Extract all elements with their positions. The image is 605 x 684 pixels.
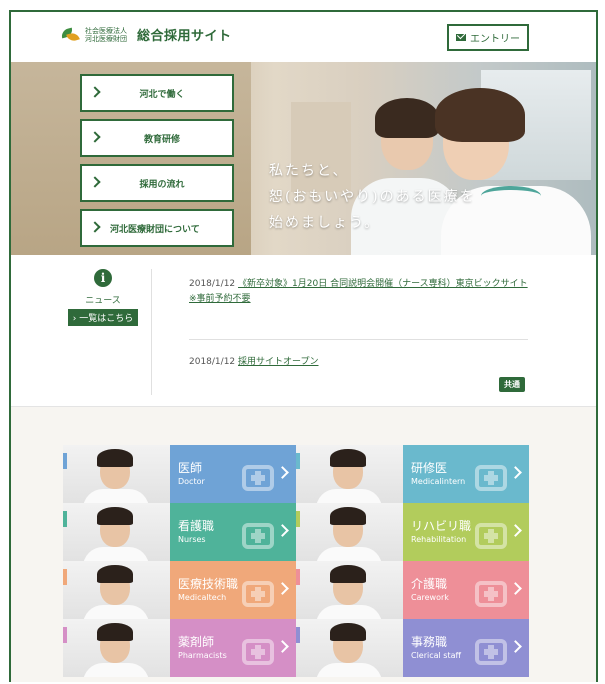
staff-photo-carework[interactable] bbox=[296, 561, 403, 619]
job-category-medical-tech[interactable]: 医療技術職 Medicaltech bbox=[170, 561, 296, 619]
site-logo[interactable]: 社会医療法人 河北医療財団 総合採用サイト bbox=[60, 25, 232, 44]
logo-sub-line-1: 社会医療法人 bbox=[85, 26, 127, 35]
news-date: 2018/1/12 bbox=[189, 357, 236, 367]
nav-label: 河北で働く bbox=[139, 89, 185, 100]
job-category-nurses[interactable]: 看護職 Nurses bbox=[170, 503, 296, 561]
news-date: 2018/1/12 bbox=[189, 279, 236, 289]
stethoscope-icon bbox=[238, 457, 278, 495]
news-header: i ニュース › 一覧はこちら bbox=[63, 269, 143, 326]
logo-sub-line-2: 河北医療財団 bbox=[85, 34, 127, 43]
info-icon: i bbox=[94, 269, 112, 287]
staff-photo-pharmacists[interactable] bbox=[63, 619, 170, 677]
hero-catchcopy: 私たちと、 恕(おもいやり)のある医療を 始めましょう。 bbox=[269, 158, 476, 236]
job-title-jp: 看護職 bbox=[178, 519, 215, 533]
category-badge: 共通 bbox=[499, 377, 525, 392]
job-title-en: Pharmacists bbox=[178, 651, 227, 660]
job-title-jp: 介護職 bbox=[411, 577, 448, 591]
chevron-right-icon bbox=[276, 640, 289, 653]
news-separator bbox=[189, 339, 528, 340]
staff-photo-doctor[interactable] bbox=[63, 445, 170, 503]
hero-catch-line-3: 始めましょう。 bbox=[269, 215, 381, 231]
nav-label: 河北医療財団について bbox=[110, 224, 200, 235]
job-category-carework[interactable]: 介護職 Carework bbox=[403, 561, 529, 619]
job-title-jp: 薬剤師 bbox=[178, 635, 215, 649]
stethoscope-icon bbox=[471, 457, 511, 495]
chevron-right-icon bbox=[509, 466, 522, 479]
pen-icon bbox=[471, 631, 511, 669]
chevron-right-icon bbox=[509, 640, 522, 653]
chevron-right-icon bbox=[276, 582, 289, 595]
staff-photo-medical-intern[interactable] bbox=[296, 445, 403, 503]
hero-catch-line-2: 恕(おもいやり)のある医療を bbox=[269, 189, 476, 205]
job-categories-section: 医師 Doctor 研修医 Medicalintern 看護職 Nurses リハビリ職 Re… bbox=[11, 407, 596, 682]
news-divider bbox=[151, 269, 152, 395]
news-title-link[interactable]: 《新卒対象》1月20日 合同説明会開催（ナース専科）東京ビックサイト ※事前予約… bbox=[189, 279, 528, 304]
job-title-en: Medicaltech bbox=[178, 593, 227, 602]
job-category-medical-intern[interactable]: 研修医 Medicalintern bbox=[403, 445, 529, 503]
chevron-right-icon bbox=[509, 582, 522, 595]
medicine-box-icon bbox=[238, 631, 278, 669]
nav-label: 採用の流れ bbox=[139, 179, 185, 190]
job-title-jp: 医療技術職 bbox=[178, 577, 239, 591]
job-category-pharmacists[interactable]: 薬剤師 Pharmacists bbox=[170, 619, 296, 677]
chevron-right-icon bbox=[509, 524, 522, 537]
job-title-en: Carework bbox=[411, 593, 449, 602]
news-label: ニュース bbox=[85, 296, 121, 306]
hero-navigation: 河北で働く 教育研修 採用の流れ 河北医療財団について bbox=[80, 74, 234, 247]
page-frame: 社会医療法人 河北医療財団 総合採用サイト エントリー 私たちと、 恕(おもいや… bbox=[9, 10, 598, 682]
heartbeat-icon bbox=[238, 573, 278, 611]
job-title-en: Clerical staff bbox=[411, 651, 462, 660]
helping-hands-icon bbox=[471, 573, 511, 611]
job-title-jp: 研修医 bbox=[411, 461, 448, 475]
hospital-bed-icon bbox=[238, 515, 278, 553]
news-list-link[interactable]: › 一覧はこちら bbox=[67, 309, 139, 326]
news-list-link-label: 一覧はこちら bbox=[79, 314, 134, 324]
news-section: i ニュース › 一覧はこちら 2018/1/12 《新卒対象》1月20日 合同… bbox=[11, 255, 596, 407]
job-title-jp: 事務職 bbox=[411, 635, 448, 649]
nav-recruitment-flow[interactable]: 採用の流れ bbox=[80, 164, 234, 202]
nav-training[interactable]: 教育研修 bbox=[80, 119, 234, 157]
news-item: 2018/1/12 《新卒対象》1月20日 合同説明会開催（ナース専科）東京ビッ… bbox=[189, 277, 534, 307]
news-title-link[interactable]: 採用サイトオープン bbox=[238, 357, 318, 367]
staff-photo-rehabilitation[interactable] bbox=[296, 503, 403, 561]
job-title-en: Doctor bbox=[178, 477, 205, 486]
site-title: 総合採用サイト bbox=[137, 29, 232, 44]
entry-button[interactable]: エントリー bbox=[447, 24, 529, 51]
job-category-grid: 医師 Doctor 研修医 Medicalintern 看護職 Nurses リハビリ職 Re… bbox=[63, 445, 529, 677]
nav-label: 教育研修 bbox=[143, 134, 180, 145]
staff-photo-clerical-staff[interactable] bbox=[296, 619, 403, 677]
logo-mark-icon bbox=[60, 27, 80, 43]
wheelchair-icon bbox=[471, 515, 511, 553]
staff-photo-medical-tech[interactable] bbox=[63, 561, 170, 619]
chevron-right-icon bbox=[276, 466, 289, 479]
mail-icon bbox=[456, 34, 466, 41]
site-header: 社会医療法人 河北医療財団 総合採用サイト エントリー bbox=[11, 12, 596, 62]
nav-about-foundation[interactable]: 河北医療財団について bbox=[80, 209, 234, 247]
hero-banner: 私たちと、 恕(おもいやり)のある医療を 始めましょう。 河北で働く 教育研修 … bbox=[11, 62, 596, 255]
logo-organization: 社会医療法人 河北医療財団 bbox=[85, 27, 127, 43]
hero-catch-line-1: 私たちと、 bbox=[269, 163, 349, 179]
news-item: 2018/1/12 採用サイトオープン bbox=[189, 355, 534, 370]
job-title-en: Nurses bbox=[178, 535, 206, 544]
job-title-jp: 医師 bbox=[178, 461, 203, 475]
job-title-en: Rehabilitation bbox=[411, 535, 467, 544]
job-title-en: Medicalintern bbox=[411, 477, 466, 486]
nav-work-at-kawakita[interactable]: 河北で働く bbox=[80, 74, 234, 112]
chevron-right-icon bbox=[276, 524, 289, 537]
staff-photo-nurses[interactable] bbox=[63, 503, 170, 561]
job-category-rehabilitation[interactable]: リハビリ職 Rehabilitation bbox=[403, 503, 529, 561]
job-title-jp: リハビリ職 bbox=[411, 519, 472, 533]
entry-button-label: エントリー bbox=[470, 34, 520, 45]
job-category-doctor[interactable]: 医師 Doctor bbox=[170, 445, 296, 503]
job-category-clerical-staff[interactable]: 事務職 Clerical staff bbox=[403, 619, 529, 677]
